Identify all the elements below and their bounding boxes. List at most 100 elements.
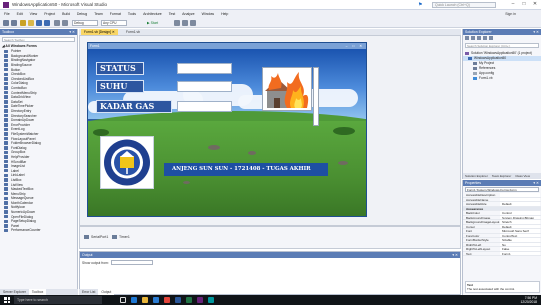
- toolbox-item-label: MaskedTextBox: [11, 187, 34, 192]
- toolbox-item-label: DataSet: [11, 99, 23, 104]
- fire-picturebox[interactable]: [262, 67, 312, 111]
- output-source-select[interactable]: [110, 260, 153, 265]
- maximize-icon[interactable]: □: [520, 1, 528, 8]
- property-row[interactable]: Text Form1: [463, 251, 541, 256]
- visual-studio-icon: [3, 2, 9, 8]
- edge-icon[interactable]: [131, 297, 137, 303]
- property-value[interactable]: Default: [500, 224, 540, 228]
- toolbar-icon-a[interactable]: [174, 20, 180, 26]
- menu-window[interactable]: Window: [202, 12, 214, 16]
- suhu-label: SUHU: [96, 80, 144, 93]
- timer1-component[interactable]: Timer1: [112, 235, 130, 239]
- toolbox-item-label: ContextMenuStrip: [11, 90, 37, 95]
- property-value[interactable]: System.Drawing.Bitmap: [500, 215, 540, 219]
- tab-solution-explorer[interactable]: Solution Explorer: [463, 173, 490, 179]
- close-icon[interactable]: ▾ ✕: [452, 252, 458, 258]
- menu-project[interactable]: Project: [44, 12, 55, 16]
- toolbox-item-performancecounter[interactable]: PerformanceCounter: [0, 228, 77, 233]
- taskbar-search-input[interactable]: Type here to search: [14, 296, 102, 304]
- toolbar-icon-b[interactable]: [182, 20, 188, 26]
- configuration-select[interactable]: Debug: [72, 20, 98, 26]
- menu-debug[interactable]: Debug: [77, 12, 87, 16]
- system-clock[interactable]: 7:56 PM 12/20/2018: [520, 296, 537, 304]
- property-value[interactable]: Control: [500, 211, 540, 215]
- property-value[interactable]: [500, 197, 540, 201]
- menu-analyze[interactable]: Analyze: [182, 12, 194, 16]
- property-value[interactable]: Stretch: [500, 220, 540, 224]
- form1-window[interactable]: Form1 – □ ✕ STATUS SUHU KADAR GAS ANJENG…: [87, 42, 367, 217]
- home-icon[interactable]: [465, 36, 469, 40]
- forward-icon[interactable]: [11, 20, 17, 26]
- menu-test[interactable]: Test: [169, 12, 175, 16]
- wrench-icon: [473, 61, 477, 66]
- serialport1-label: SerialPort1: [91, 235, 109, 239]
- close-icon[interactable]: ▾ ✕: [533, 29, 539, 35]
- solution-search-input[interactable]: Search Solution Explorer (Ctrl+;): [465, 43, 539, 48]
- listview-icon: [4, 182, 8, 187]
- property-value[interactable]: ControlText: [500, 233, 540, 237]
- save-icon[interactable]: [36, 20, 42, 26]
- menu-view[interactable]: View: [30, 12, 38, 16]
- suhu-textbox[interactable]: [177, 81, 232, 92]
- redo-icon[interactable]: [62, 20, 68, 26]
- toolbox-item-label: DataGridView: [11, 95, 31, 100]
- new-project-icon[interactable]: [20, 20, 26, 26]
- tab-team-explorer[interactable]: Team Explorer: [490, 173, 513, 179]
- window-title: WindowsApplication50 - Microsoft Visual …: [12, 2, 107, 7]
- start-button[interactable]: ▶ Start: [147, 20, 158, 26]
- menu-help[interactable]: Help: [221, 12, 228, 16]
- menu-build[interactable]: Build: [62, 12, 70, 16]
- property-value[interactable]: Default: [500, 202, 540, 206]
- toolbar-icon-c[interactable]: [190, 20, 196, 26]
- properties-object-select[interactable]: Form1 System.Windows.Forms.Form: [465, 187, 539, 192]
- collapse-icon[interactable]: [483, 36, 487, 40]
- maskedtextbox-icon: [4, 187, 8, 191]
- menu-team[interactable]: Team: [94, 12, 103, 16]
- sync-icon[interactable]: [471, 36, 475, 40]
- status-textbox[interactable]: [177, 63, 232, 74]
- chrome-icon[interactable]: [164, 297, 170, 303]
- toolbox-item-label: Button: [11, 67, 21, 72]
- quick-launch-input[interactable]: Quick Launch (Ctrl+Q): [432, 2, 496, 8]
- arduino-icon[interactable]: [208, 297, 214, 303]
- kadar-gas-textbox[interactable]: [177, 101, 232, 112]
- close-icon[interactable]: ▾ ✕: [69, 29, 75, 35]
- properties-icon[interactable]: [489, 36, 493, 40]
- word-icon[interactable]: [175, 297, 181, 303]
- file-explorer-icon[interactable]: [142, 297, 148, 303]
- close-icon[interactable]: ✕: [112, 30, 115, 34]
- property-value[interactable]: Form1: [500, 251, 540, 255]
- platform-select[interactable]: Any CPU: [101, 20, 127, 26]
- property-value[interactable]: [500, 193, 540, 197]
- tree-node-form1[interactable]: Form1.vb: [463, 76, 541, 81]
- excel-icon[interactable]: [186, 297, 192, 303]
- property-value[interactable]: Microsoft Sans Serif: [500, 229, 540, 233]
- refresh-icon[interactable]: [477, 36, 481, 40]
- task-view-icon[interactable]: [120, 297, 126, 303]
- back-icon[interactable]: [3, 20, 9, 26]
- property-value[interactable]: No: [500, 242, 540, 246]
- menu-file[interactable]: File: [4, 12, 10, 16]
- property-value[interactable]: Sizable: [500, 238, 540, 242]
- close-icon[interactable]: ✕: [531, 1, 539, 8]
- menu-tools[interactable]: Tools: [128, 12, 136, 16]
- toolbox-item-label: ErrorProvider: [11, 122, 30, 127]
- toolbox-search-input[interactable]: Search Toolbox: [2, 37, 75, 42]
- property-value[interactable]: False: [500, 247, 540, 251]
- undo-icon[interactable]: [54, 20, 60, 26]
- store-icon[interactable]: [153, 297, 159, 303]
- close-icon[interactable]: ▾ ✕: [533, 180, 539, 186]
- minimize-icon[interactable]: –: [509, 1, 517, 8]
- sign-in-link[interactable]: Sign in: [505, 12, 516, 16]
- notification-flag-icon[interactable]: ⚑: [418, 2, 427, 8]
- menu-edit[interactable]: Edit: [17, 12, 23, 16]
- windows-start-icon[interactable]: [4, 297, 10, 303]
- visual-studio-taskbar-icon[interactable]: [197, 297, 203, 303]
- tab-class-view[interactable]: Class View: [513, 173, 532, 179]
- menu-architecture[interactable]: Architecture: [143, 12, 162, 16]
- pointer-icon: [4, 49, 8, 54]
- open-file-icon[interactable]: [28, 20, 34, 26]
- menu-format[interactable]: Format: [110, 12, 121, 16]
- save-all-icon[interactable]: [44, 20, 50, 26]
- serialport1-component[interactable]: SerialPort1: [84, 235, 108, 239]
